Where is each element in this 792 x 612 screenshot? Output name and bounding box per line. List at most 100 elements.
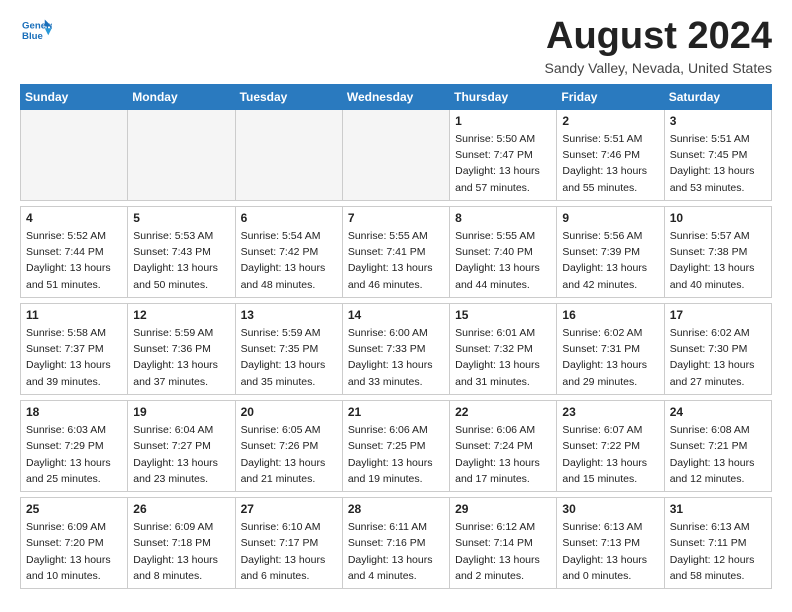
info-line: Daylight: 13 hours xyxy=(241,455,337,471)
day-number: 10 xyxy=(670,211,766,225)
day-number: 20 xyxy=(241,405,337,419)
calendar-cell: 15Sunrise: 6:01 AMSunset: 7:32 PMDayligh… xyxy=(450,303,557,394)
weekday-header-sunday: Sunday xyxy=(21,84,128,109)
cell-info: Sunrise: 6:09 AMSunset: 7:20 PMDaylight:… xyxy=(26,519,122,584)
info-line: Sunset: 7:43 PM xyxy=(133,244,229,260)
info-line: Daylight: 13 hours xyxy=(348,455,444,471)
info-line: Daylight: 13 hours xyxy=(670,260,766,276)
info-line: Sunrise: 6:04 AM xyxy=(133,422,229,438)
day-number: 24 xyxy=(670,405,766,419)
weekday-header-monday: Monday xyxy=(128,84,235,109)
info-line: Daylight: 13 hours xyxy=(562,260,658,276)
info-line: Sunrise: 6:11 AM xyxy=(348,519,444,535)
day-number: 1 xyxy=(455,114,551,128)
calendar-cell: 27Sunrise: 6:10 AMSunset: 7:17 PMDayligh… xyxy=(235,498,342,589)
calendar-cell: 30Sunrise: 6:13 AMSunset: 7:13 PMDayligh… xyxy=(557,498,664,589)
info-line: Sunrise: 6:05 AM xyxy=(241,422,337,438)
info-line: Daylight: 13 hours xyxy=(562,552,658,568)
weekday-header-wednesday: Wednesday xyxy=(342,84,449,109)
info-line: Sunset: 7:26 PM xyxy=(241,438,337,454)
calendar-cell: 10Sunrise: 5:57 AMSunset: 7:38 PMDayligh… xyxy=(664,206,771,297)
calendar-cell: 3Sunrise: 5:51 AMSunset: 7:45 PMDaylight… xyxy=(664,109,771,200)
cell-info: Sunrise: 5:55 AMSunset: 7:41 PMDaylight:… xyxy=(348,228,444,293)
week-row-0: 1Sunrise: 5:50 AMSunset: 7:47 PMDaylight… xyxy=(21,109,772,200)
info-line: Sunset: 7:17 PM xyxy=(241,535,337,551)
info-line: Sunrise: 6:07 AM xyxy=(562,422,658,438)
day-number: 11 xyxy=(26,308,122,322)
info-line: Daylight: 13 hours xyxy=(133,260,229,276)
logo-icon: General Blue xyxy=(20,16,52,44)
calendar-cell: 20 Sunrise: 6:05 AMSunset: 7:26 PMDayligh… xyxy=(235,400,342,491)
info-line: Daylight: 13 hours xyxy=(26,357,122,373)
cell-info: Sunrise: 6:00 AMSunset: 7:33 PMDaylight:… xyxy=(348,325,444,390)
info-line: Sunset: 7:41 PM xyxy=(348,244,444,260)
cell-info: Sunrise: 6:10 AMSunset: 7:17 PMDaylight:… xyxy=(241,519,337,584)
calendar-body: 1Sunrise: 5:50 AMSunset: 7:47 PMDaylight… xyxy=(21,109,772,588)
info-line: Sunset: 7:46 PM xyxy=(562,147,658,163)
info-line: Daylight: 13 hours xyxy=(455,357,551,373)
page-header: General Blue August 2024 Sandy Valley, N… xyxy=(20,16,772,76)
info-line: Sunrise: 5:55 AM xyxy=(348,228,444,244)
info-line: Sunset: 7:38 PM xyxy=(670,244,766,260)
day-number: 5 xyxy=(133,211,229,225)
info-line: Daylight: 13 hours xyxy=(241,357,337,373)
info-line: Sunrise: 6:12 AM xyxy=(455,519,551,535)
info-line: Sunrise: 5:56 AM xyxy=(562,228,658,244)
day-number: 12 xyxy=(133,308,229,322)
cell-info: Sunrise: 6:09 AMSunset: 7:18 PMDaylight:… xyxy=(133,519,229,584)
cell-info: Sunrise: 6:13 AMSunset: 7:11 PMDaylight:… xyxy=(670,519,766,584)
cell-info: Sunrise: 5:59 AMSunset: 7:36 PMDaylight:… xyxy=(133,325,229,390)
info-line: Sunrise: 5:58 AM xyxy=(26,325,122,341)
calendar-cell: 4Sunrise: 5:52 AMSunset: 7:44 PMDaylight… xyxy=(21,206,128,297)
calendar-cell: 16Sunrise: 6:02 AMSunset: 7:31 PMDayligh… xyxy=(557,303,664,394)
calendar-cell: 23Sunrise: 6:07 AMSunset: 7:22 PMDayligh… xyxy=(557,400,664,491)
info-line: Sunrise: 5:51 AM xyxy=(670,131,766,147)
info-line: Sunrise: 5:54 AM xyxy=(241,228,337,244)
info-line: Daylight: 12 hours xyxy=(670,552,766,568)
day-number: 30 xyxy=(562,502,658,516)
cell-info: Sunrise: 6:02 AMSunset: 7:30 PMDaylight:… xyxy=(670,325,766,390)
calendar-cell xyxy=(128,109,235,200)
day-number: 13 xyxy=(241,308,337,322)
week-row-3: 18Sunrise: 6:03 AMSunset: 7:29 PMDayligh… xyxy=(21,400,772,491)
info-line: Sunset: 7:31 PM xyxy=(562,341,658,357)
cell-info: Sunrise: 6:08 AMSunset: 7:21 PMDaylight:… xyxy=(670,422,766,487)
cell-info: Sunrise: 5:54 AMSunset: 7:42 PMDaylight:… xyxy=(241,228,337,293)
info-line: Sunset: 7:22 PM xyxy=(562,438,658,454)
info-line: Sunset: 7:33 PM xyxy=(348,341,444,357)
info-line: and 37 minutes. xyxy=(133,374,229,390)
logo: General Blue xyxy=(20,16,52,44)
info-line: and 15 minutes. xyxy=(562,471,658,487)
info-line: Daylight: 13 hours xyxy=(670,163,766,179)
calendar-cell: 2Sunrise: 5:51 AMSunset: 7:46 PMDaylight… xyxy=(557,109,664,200)
info-line: Daylight: 13 hours xyxy=(133,357,229,373)
info-line: and 55 minutes. xyxy=(562,180,658,196)
info-line: and 17 minutes. xyxy=(455,471,551,487)
day-number: 9 xyxy=(562,211,658,225)
cell-info: Sunrise: 6:04 AMSunset: 7:27 PMDaylight:… xyxy=(133,422,229,487)
info-line: and 19 minutes. xyxy=(348,471,444,487)
calendar-cell xyxy=(21,109,128,200)
calendar-cell: 11Sunrise: 5:58 AMSunset: 7:37 PMDayligh… xyxy=(21,303,128,394)
info-line: Sunrise: 6:10 AM xyxy=(241,519,337,535)
calendar-table: SundayMondayTuesdayWednesdayThursdayFrid… xyxy=(20,84,772,589)
calendar-cell: 29Sunrise: 6:12 AMSunset: 7:14 PMDayligh… xyxy=(450,498,557,589)
info-line: Daylight: 13 hours xyxy=(26,455,122,471)
info-line: and 4 minutes. xyxy=(348,568,444,584)
info-line: Sunrise: 5:59 AM xyxy=(133,325,229,341)
info-line: Sunset: 7:30 PM xyxy=(670,341,766,357)
info-line: and 12 minutes. xyxy=(670,471,766,487)
day-number: 7 xyxy=(348,211,444,225)
day-number: 16 xyxy=(562,308,658,322)
info-line: Sunset: 7:45 PM xyxy=(670,147,766,163)
weekday-header-thursday: Thursday xyxy=(450,84,557,109)
calendar-cell: 7 Sunrise: 5:55 AMSunset: 7:41 PMDaylight… xyxy=(342,206,449,297)
info-line: and 23 minutes. xyxy=(133,471,229,487)
month-title: August 2024 xyxy=(545,16,773,58)
calendar-cell: 25Sunrise: 6:09 AMSunset: 7:20 PMDayligh… xyxy=(21,498,128,589)
info-line: Sunrise: 6:06 AM xyxy=(455,422,551,438)
info-line: Sunset: 7:21 PM xyxy=(670,438,766,454)
info-line: Sunset: 7:27 PM xyxy=(133,438,229,454)
info-line: Sunrise: 5:55 AM xyxy=(455,228,551,244)
info-line: Daylight: 13 hours xyxy=(241,260,337,276)
